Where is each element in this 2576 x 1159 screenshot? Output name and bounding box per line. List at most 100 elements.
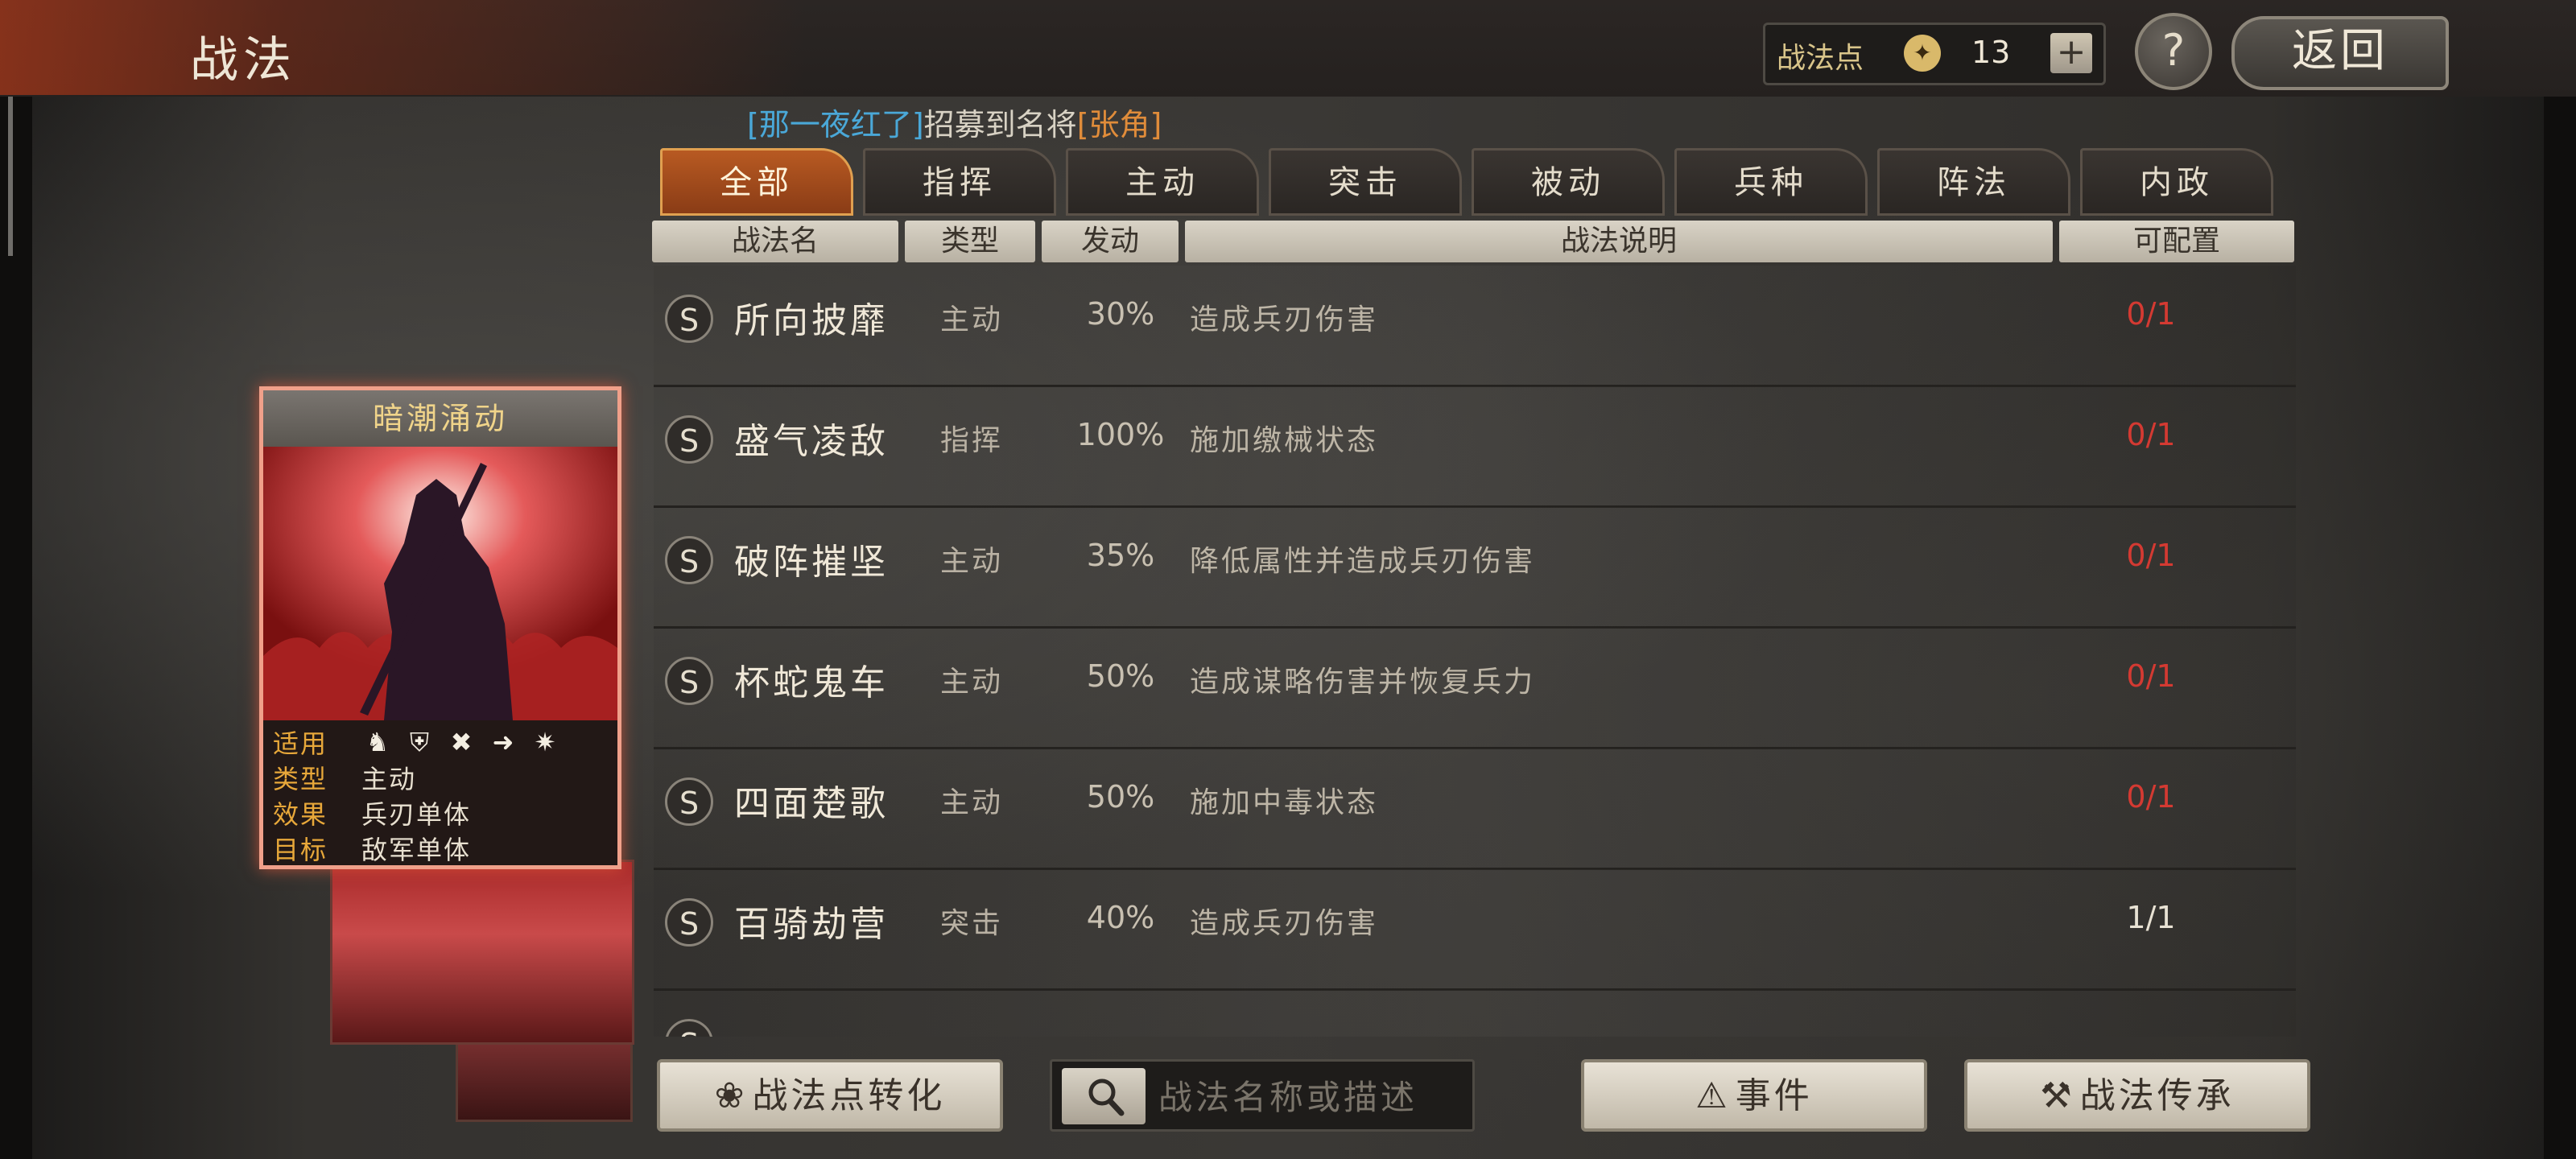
search-button[interactable] [1062, 1068, 1146, 1124]
grade-s-icon: S [665, 536, 713, 584]
skill-description: 造成兵刃伤害 [1190, 907, 1379, 940]
skill-name: 破阵摧坚 [734, 542, 889, 583]
skill-name: 所向披靡 [734, 300, 889, 341]
events-button[interactable]: ⚠ 事件 [1581, 1059, 1927, 1132]
help-button[interactable]: ? [2135, 13, 2212, 90]
grade-s-icon: S [665, 1019, 713, 1037]
column-header-rate[interactable]: 发动 [1042, 221, 1179, 262]
skill-name: 盛气凌敌 [734, 421, 889, 462]
title-plate [0, 0, 805, 95]
card-row-effect: 效果 兵刃单体 [273, 794, 611, 830]
info-value: 兵刃单体 [361, 799, 472, 830]
column-header-description: 战法说明 [1185, 221, 2053, 262]
tab-active[interactable]: 主动 [1066, 148, 1259, 216]
skill-type: 指挥 [940, 424, 1004, 457]
hammer-icon: ⚒ [2040, 1075, 2075, 1116]
skill-name: 百骑劫营 [734, 904, 889, 945]
add-skill-points-button[interactable]: + [2050, 33, 2092, 73]
skill-row[interactable]: S 四面楚歌 主动 50% 施加中毒状态 0/1 [654, 749, 2296, 870]
skill-row[interactable]: S 百骑劫营 突击 40% 造成兵刃伤害 1/1 [654, 869, 2296, 991]
skill-rate: 100% [1076, 417, 1165, 452]
skill-description: 施加中毒状态 [1190, 786, 1379, 819]
back-button[interactable]: 返回 [2231, 16, 2449, 90]
page-title: 战法 [190, 32, 296, 89]
skill-point-icon: ✦ [1904, 35, 1941, 72]
tab-all[interactable]: 全部 [660, 148, 853, 216]
card-row-applicable: 适用 ♞ ⛨ ✖ ➜ ✷ [273, 724, 611, 759]
tab-formation[interactable]: 阵法 [1877, 148, 2070, 216]
skill-points-label: 战法点 [1777, 42, 1864, 75]
stacked-card-back [330, 860, 634, 1045]
skill-inherit-label: 战法传承 [2079, 1075, 2235, 1116]
top-bar: 战法 战法点 ✦ 13 + ? 返回 [0, 0, 2576, 97]
tab-assault[interactable]: 突击 [1269, 148, 1462, 216]
skill-type: 主动 [940, 545, 1004, 578]
category-tabs: 全部 指挥 主动 突击 被动 兵种 阵法 内政 [660, 148, 2302, 219]
column-header-name[interactable]: 战法名 [652, 221, 898, 262]
skill-availability: 1/1 [2126, 900, 2176, 935]
grade-s-icon: S [665, 898, 713, 947]
grade-s-icon: S [665, 295, 713, 343]
troop-type-icons: ♞ ⛨ ✖ ➜ ✷ [361, 727, 571, 757]
card-info-panel: 适用 ♞ ⛨ ✖ ➜ ✷ 类型 主动 效果 兵刃单体 目标 敌军单体 [263, 720, 617, 865]
cavalry-icon: ♞ [365, 727, 390, 757]
skill-description: 施加缴械状态 [1190, 424, 1379, 457]
recruit-notice: [那一夜红了]招募到名将[张角] [747, 100, 1162, 144]
notice-general-name: 张角 [1088, 107, 1150, 142]
search-box [1050, 1059, 1475, 1132]
selected-skill-card[interactable]: 暗潮涌动 适用 ♞ ⛨ ✖ ➜ ✷ 类型 主动 效果 兵刃单体 目标 敌军单体 [259, 386, 621, 869]
notice-bracket: ] [911, 107, 924, 142]
notice-player-name: 那一夜红了 [758, 107, 912, 142]
skill-rate: 40% [1086, 900, 1155, 935]
skill-row[interactable]: S 盛气凌敌 指挥 100% 施加缴械状态 0/1 [654, 386, 2296, 508]
skill-type: 主动 [940, 666, 1004, 699]
skill-points-value: 13 [1971, 35, 2011, 70]
notice-bracket: [ [1076, 107, 1089, 142]
alert-icon: ⚠ [1695, 1075, 1731, 1116]
column-header-available[interactable]: 可配置 [2059, 221, 2294, 262]
grade-s-icon: S [665, 777, 713, 826]
skill-type: 主动 [940, 303, 1004, 336]
spear-icon: ➜ [492, 727, 514, 757]
search-input[interactable] [1157, 1070, 1466, 1124]
card-row-type: 类型 主动 [273, 759, 611, 794]
flame-icon: ❀ [714, 1075, 748, 1116]
skill-availability: 0/1 [2126, 779, 2176, 815]
skill-description: 造成兵刃伤害 [1190, 303, 1379, 336]
info-value: 主动 [361, 764, 417, 794]
tab-passive[interactable]: 被动 [1472, 148, 1665, 216]
convert-points-button[interactable]: ❀ 战法点转化 [657, 1059, 1003, 1132]
tab-internal[interactable]: 内政 [2080, 148, 2273, 216]
skill-availability: 0/1 [2126, 417, 2176, 452]
info-key: 适用 [273, 728, 328, 759]
skill-availability: 0/1 [2126, 658, 2176, 694]
skill-rate: 30% [1086, 296, 1155, 332]
grade-s-icon: S [665, 415, 713, 464]
skill-row[interactable]: S 杯蛇鬼车 主动 50% 造成谋略伤害并恢复兵力 0/1 [654, 628, 2296, 749]
skill-type: 主动 [940, 786, 1004, 819]
skill-list[interactable]: S 所向披靡 主动 30% 造成兵刃伤害 0/1 S 盛气凌敌 指挥 100% … [654, 266, 2296, 1037]
wheel-icon: ✷ [534, 727, 556, 757]
tab-troop[interactable]: 兵种 [1674, 148, 1868, 216]
side-bracket-ornament [8, 74, 32, 256]
events-label: 事件 [1735, 1075, 1813, 1116]
info-value: 敌军单体 [361, 835, 472, 865]
skill-name: 杯蛇鬼车 [734, 662, 889, 703]
info-key: 类型 [273, 764, 328, 794]
skill-row[interactable]: S 破阵摧坚 主动 35% 降低属性并造成兵刃伤害 0/1 [654, 507, 2296, 629]
tab-command[interactable]: 指挥 [863, 148, 1056, 216]
skill-type: 突击 [940, 907, 1004, 940]
skill-description: 造成谋略伤害并恢复兵力 [1190, 666, 1536, 699]
column-header-type[interactable]: 类型 [905, 221, 1035, 262]
skill-rate: 50% [1086, 779, 1155, 815]
card-row-target: 目标 敌军单体 [273, 830, 611, 865]
skill-inherit-button[interactable]: ⚒ 战法传承 [1964, 1059, 2310, 1132]
bow-icon: ✖ [450, 727, 473, 757]
skill-row-partial[interactable]: S [654, 990, 2296, 1037]
notice-text: 招募到名将 [923, 107, 1077, 142]
skill-row[interactable]: S 所向披靡 主动 30% 造成兵刃伤害 0/1 [654, 266, 2296, 387]
grade-s-icon: S [665, 657, 713, 705]
skill-name: 四面楚歌 [734, 783, 889, 824]
skill-points-box: 战法点 ✦ 13 + [1763, 23, 2106, 85]
info-key: 目标 [273, 835, 328, 865]
